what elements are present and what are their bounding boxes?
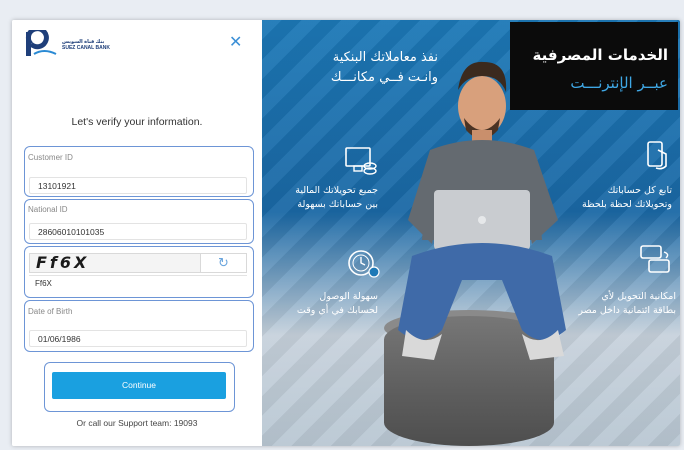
bank-name: SUEZ CANAL BANK: [62, 45, 110, 51]
national-id-input[interactable]: 28606010101035: [29, 223, 247, 240]
feature-track-accounts: تابع كل حساباتك وتحويلاتك لحظة بلحظة: [582, 185, 672, 210]
continue-button-frame: Continue: [44, 362, 235, 412]
bank-logo-mark: [24, 26, 58, 60]
form-title: Let's verify your information.: [71, 116, 203, 128]
captcha-image: Ff6X: [30, 254, 200, 272]
banner-line2: عبــر الإنترنـــت: [570, 74, 668, 92]
clock-24-icon: [348, 250, 380, 278]
close-icon[interactable]: ✕: [229, 35, 242, 51]
login-card: بنك قناة السويس SUEZ CANAL BANK ✕ Let's …: [12, 20, 680, 446]
customer-id-input[interactable]: 13101921: [29, 177, 247, 194]
banner-line1: الخدمات المصرفية: [532, 46, 668, 64]
national-id-label: National ID: [28, 205, 68, 214]
bank-logo: بنك قناة السويس SUEZ CANAL BANK: [24, 26, 110, 60]
customer-id-field: Customer ID 13101921: [24, 146, 254, 197]
promo-banner: نفذ معاملاتك البنكية وانـت فــي مكانـــك…: [262, 20, 680, 446]
date-of-birth-field: Date of Birth 01/06/1986: [24, 300, 254, 352]
national-id-field: National ID 28606010101035: [24, 199, 254, 244]
feature-access-anytime: سهولة الوصول لحسابك في أي وقت: [296, 291, 378, 316]
continue-button[interactable]: Continue: [52, 372, 226, 399]
captcha-input[interactable]: Ff6X: [29, 275, 247, 292]
online-banking-banner: الخدمات المصرفية عبــر الإنترنـــت: [510, 22, 678, 110]
promo-headline-line2: وانـت فــي مكانـــك: [330, 70, 438, 85]
support-text: Or call our Support team: 19093: [76, 418, 198, 428]
date-of-birth-label: Date of Birth: [28, 307, 73, 316]
verification-panel: بنك قناة السويس SUEZ CANAL BANK ✕ Let's …: [12, 20, 262, 446]
phone-hand-icon: [647, 141, 667, 170]
date-of-birth-input[interactable]: 01/06/1986: [29, 330, 247, 347]
promo-headline-line1: نفذ معاملاتك البنكية: [332, 50, 438, 65]
feature-transfers: جميع تحويلاتك المالية بين حساباتك بسهولة: [295, 185, 378, 210]
captcha-field: Ff6X ↻ Ff6X: [24, 246, 254, 298]
money-monitor-icon: [345, 147, 377, 175]
refresh-icon[interactable]: ↻: [200, 254, 246, 272]
customer-id-label: Customer ID: [28, 153, 73, 162]
transfer-cards-icon: [640, 245, 670, 273]
feature-card-transfer: امكانية التحويل لأي بطاقة ائتمانية داخل …: [578, 291, 676, 316]
